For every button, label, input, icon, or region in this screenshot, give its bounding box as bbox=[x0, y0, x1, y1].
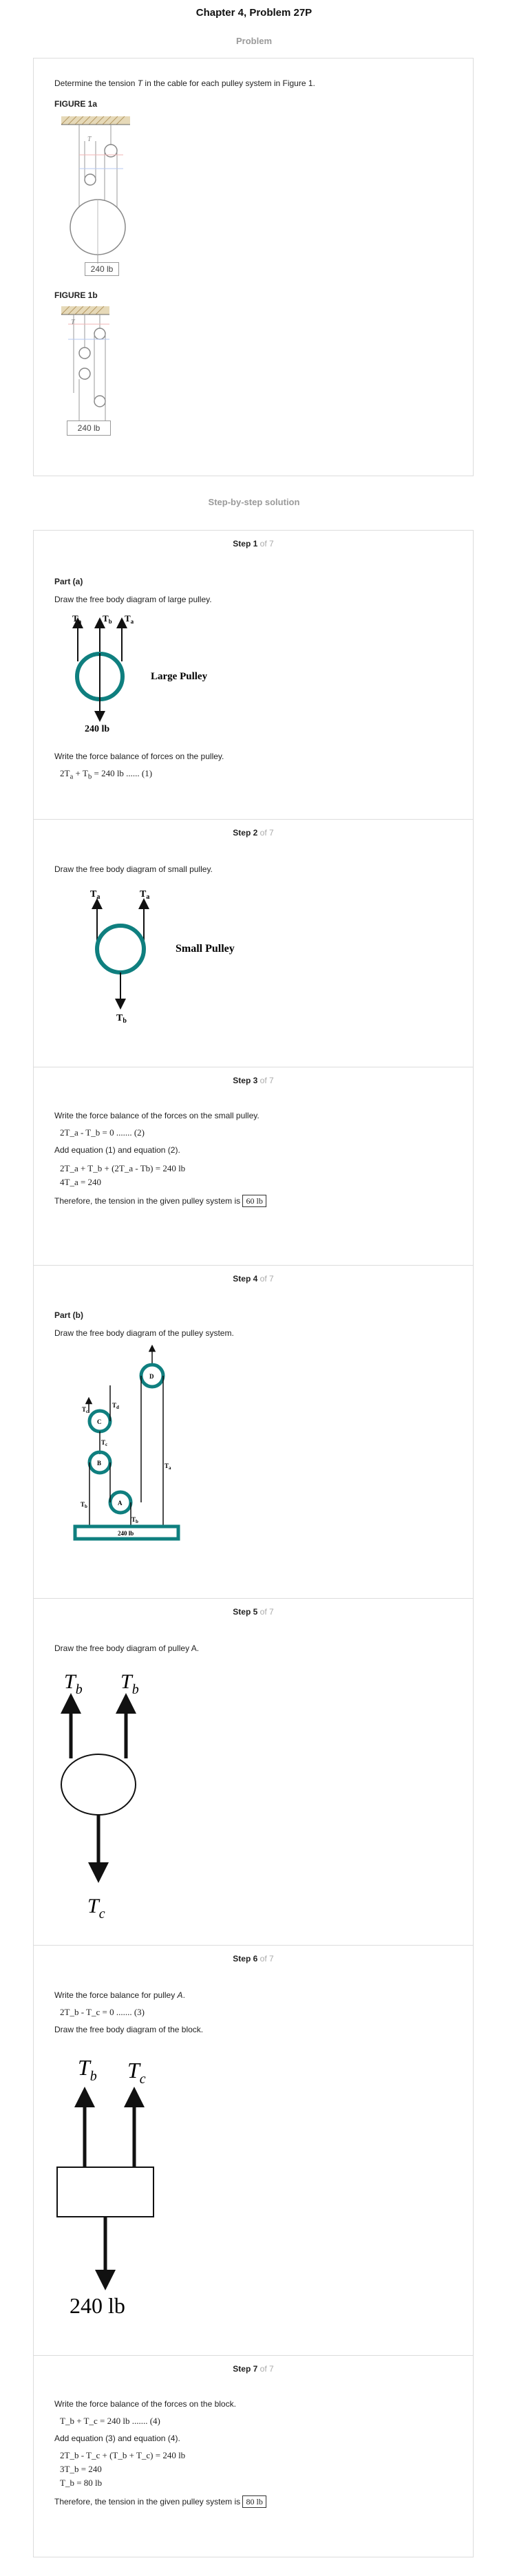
equation-1: 2Ta + Tb = 240 lb ...... (1) bbox=[60, 768, 153, 781]
step-3-text: Write the force balance of the forces on… bbox=[54, 1111, 260, 1120]
problem-section-label: Problem bbox=[235, 36, 272, 46]
equation-4: T_b + T_c = 240 lb ....... (4) bbox=[60, 2416, 160, 2426]
equation-3: 2T_b - T_c = 0 ....... (3) bbox=[60, 2007, 145, 2017]
small-pulley-ta-left: Ta bbox=[90, 889, 100, 901]
pulley-a-tb-right: Tb bbox=[120, 1670, 139, 1697]
solution-card: Step 1 of 7 Part (a) Draw the free body … bbox=[33, 530, 474, 2557]
large-pulley-ta-right: Ta bbox=[125, 613, 134, 625]
pulley-a-tb-left: Tb bbox=[64, 1670, 83, 1697]
figure-1b-weight: 240 lb bbox=[67, 421, 111, 436]
answer-part-b: 80 lb bbox=[242, 2495, 266, 2508]
pulley-a-diagram: Tb Tb Tc bbox=[61, 1670, 139, 1922]
figure-1b-tension-label: T bbox=[71, 319, 76, 326]
large-pulley-diagram: Ta Tb Ta Large Pulley 240 lb bbox=[72, 613, 208, 734]
equation-sum-3: 2T_b - T_c + (T_b + T_c) = 240 lb bbox=[60, 2450, 186, 2460]
block-weight: 240 lb bbox=[70, 2293, 125, 2318]
step-7-text: Write the force balance of the forces on… bbox=[54, 2399, 236, 2409]
pulley-d-label: D bbox=[149, 1373, 154, 1380]
answer-part-a: 60 lb bbox=[242, 1195, 266, 1207]
step-1-text-2: Write the force balance of forces on the… bbox=[54, 752, 224, 761]
small-pulley-diagram: Ta Ta Small Pulley Tb bbox=[90, 889, 235, 1025]
step-1-text: Draw the free body diagram of large pull… bbox=[54, 595, 212, 604]
equation-sum-2: 4T_a = 240 bbox=[60, 1177, 102, 1187]
equation-result: T_b = 80 lb bbox=[60, 2478, 103, 2488]
equation-sum-1: 2T_a + T_b + (2T_a - Tb) = 240 lb bbox=[60, 1163, 186, 1173]
step-6-header: Step 6 of 7 bbox=[233, 1954, 274, 1963]
large-pulley-name: Large Pulley bbox=[151, 671, 208, 682]
step-3: Step 3 of 7 Write the force balance of t… bbox=[34, 1067, 473, 1266]
solution-section-label: Step-by-step solution bbox=[208, 497, 300, 507]
figure-1b-label: FIGURE 1b bbox=[54, 290, 98, 300]
step-1: Step 1 of 7 Part (a) Draw the free body … bbox=[34, 531, 473, 820]
step-5: Step 5 of 7 Draw the free body diagram o… bbox=[34, 1599, 473, 1946]
tension-a-label: Ta bbox=[165, 1462, 171, 1471]
tension-c-label-top: Tc bbox=[82, 1406, 88, 1414]
step-4-text: Draw the free body diagram of the pulley… bbox=[54, 1328, 234, 1338]
figure-1a-weight: 240 lb bbox=[85, 262, 119, 276]
step-1-part-label: Part (a) bbox=[54, 577, 83, 586]
tension-b-label-right: Tb bbox=[131, 1516, 138, 1524]
block-tb: Tb bbox=[78, 2055, 97, 2084]
step-4: Step 4 of 7 Part (b) Draw the free body … bbox=[34, 1266, 473, 1599]
tension-c-label-mid: Tc bbox=[101, 1439, 107, 1447]
small-pulley-tb: Tb bbox=[116, 1013, 127, 1025]
block-tc: Tc bbox=[127, 2058, 146, 2087]
step-6-text: Write the force balance for pulley A. bbox=[54, 1990, 185, 2000]
tension-d-label: Td bbox=[112, 1402, 119, 1410]
step-1-header: Step 1 of 7 bbox=[233, 539, 274, 549]
step-7: Step 7 of 7 Write the force balance of t… bbox=[34, 2356, 473, 2558]
step-7-text-2: Add equation (3) and equation (4). bbox=[54, 2434, 180, 2443]
figure-1a-tension-label: T bbox=[87, 136, 92, 143]
step-6: Step 6 of 7 Write the force balance for … bbox=[34, 1946, 473, 2356]
figure-1a: T bbox=[61, 116, 130, 264]
step-5-header: Step 5 of 7 bbox=[233, 1607, 274, 1617]
pulley-b-label: B bbox=[97, 1460, 101, 1467]
step-7-conclusion: Therefore, the tension in the given pull… bbox=[54, 2495, 266, 2508]
step-2: Step 2 of 7 Draw the free body diagram o… bbox=[34, 820, 473, 1067]
small-pulley-ta-right: Ta bbox=[140, 889, 149, 901]
problem-card: Determine the tension T in the cable for… bbox=[33, 58, 474, 476]
pulley-c-label: C bbox=[97, 1418, 102, 1425]
problem-statement: Determine the tension T in the cable for… bbox=[54, 78, 315, 88]
figure-1b: T bbox=[61, 306, 109, 421]
large-pulley-tb: Tb bbox=[103, 613, 112, 625]
figure-1a-label: FIGURE 1a bbox=[54, 99, 98, 109]
step-3-header: Step 3 of 7 bbox=[233, 1076, 274, 1085]
block-diagram: Tb Tc 240 lb bbox=[56, 2055, 154, 2318]
large-pulley-weight: 240 lb bbox=[85, 724, 109, 734]
step-2-header: Step 2 of 7 bbox=[233, 828, 274, 838]
equation-2: 2T_a - T_b = 0 ....... (2) bbox=[60, 1127, 145, 1138]
step-2-text: Draw the free body diagram of small pull… bbox=[54, 864, 213, 874]
page-title: Chapter 4, Problem 27P bbox=[195, 7, 313, 19]
tension-b-label-left: Tb bbox=[81, 1501, 87, 1509]
large-pulley-ta-left: Ta bbox=[72, 613, 82, 625]
pulley-a-tc: Tc bbox=[87, 1895, 105, 1922]
equation-sum-4: 3T_b = 240 bbox=[60, 2464, 102, 2474]
step-5-text: Draw the free body diagram of pulley A. bbox=[54, 1643, 200, 1653]
step-3-text-2: Add equation (1) and equation (2). bbox=[54, 1145, 180, 1155]
pulley-a-label: A bbox=[118, 1500, 123, 1507]
small-pulley-name: Small Pulley bbox=[176, 943, 235, 955]
pulley-system-diagram: D C B A 240 lb Tc Td Tc Tb Ta Tb bbox=[73, 1344, 180, 1541]
step-7-header: Step 7 of 7 bbox=[233, 2364, 274, 2374]
step-6-text-2: Draw the free body diagram of the block. bbox=[54, 2025, 204, 2034]
step-4-header: Step 4 of 7 bbox=[233, 1274, 274, 1284]
block-weight-label: 240 lb bbox=[118, 1530, 134, 1537]
step-4-part-label: Part (b) bbox=[54, 1310, 83, 1320]
step-3-conclusion: Therefore, the tension in the given pull… bbox=[54, 1195, 266, 1207]
